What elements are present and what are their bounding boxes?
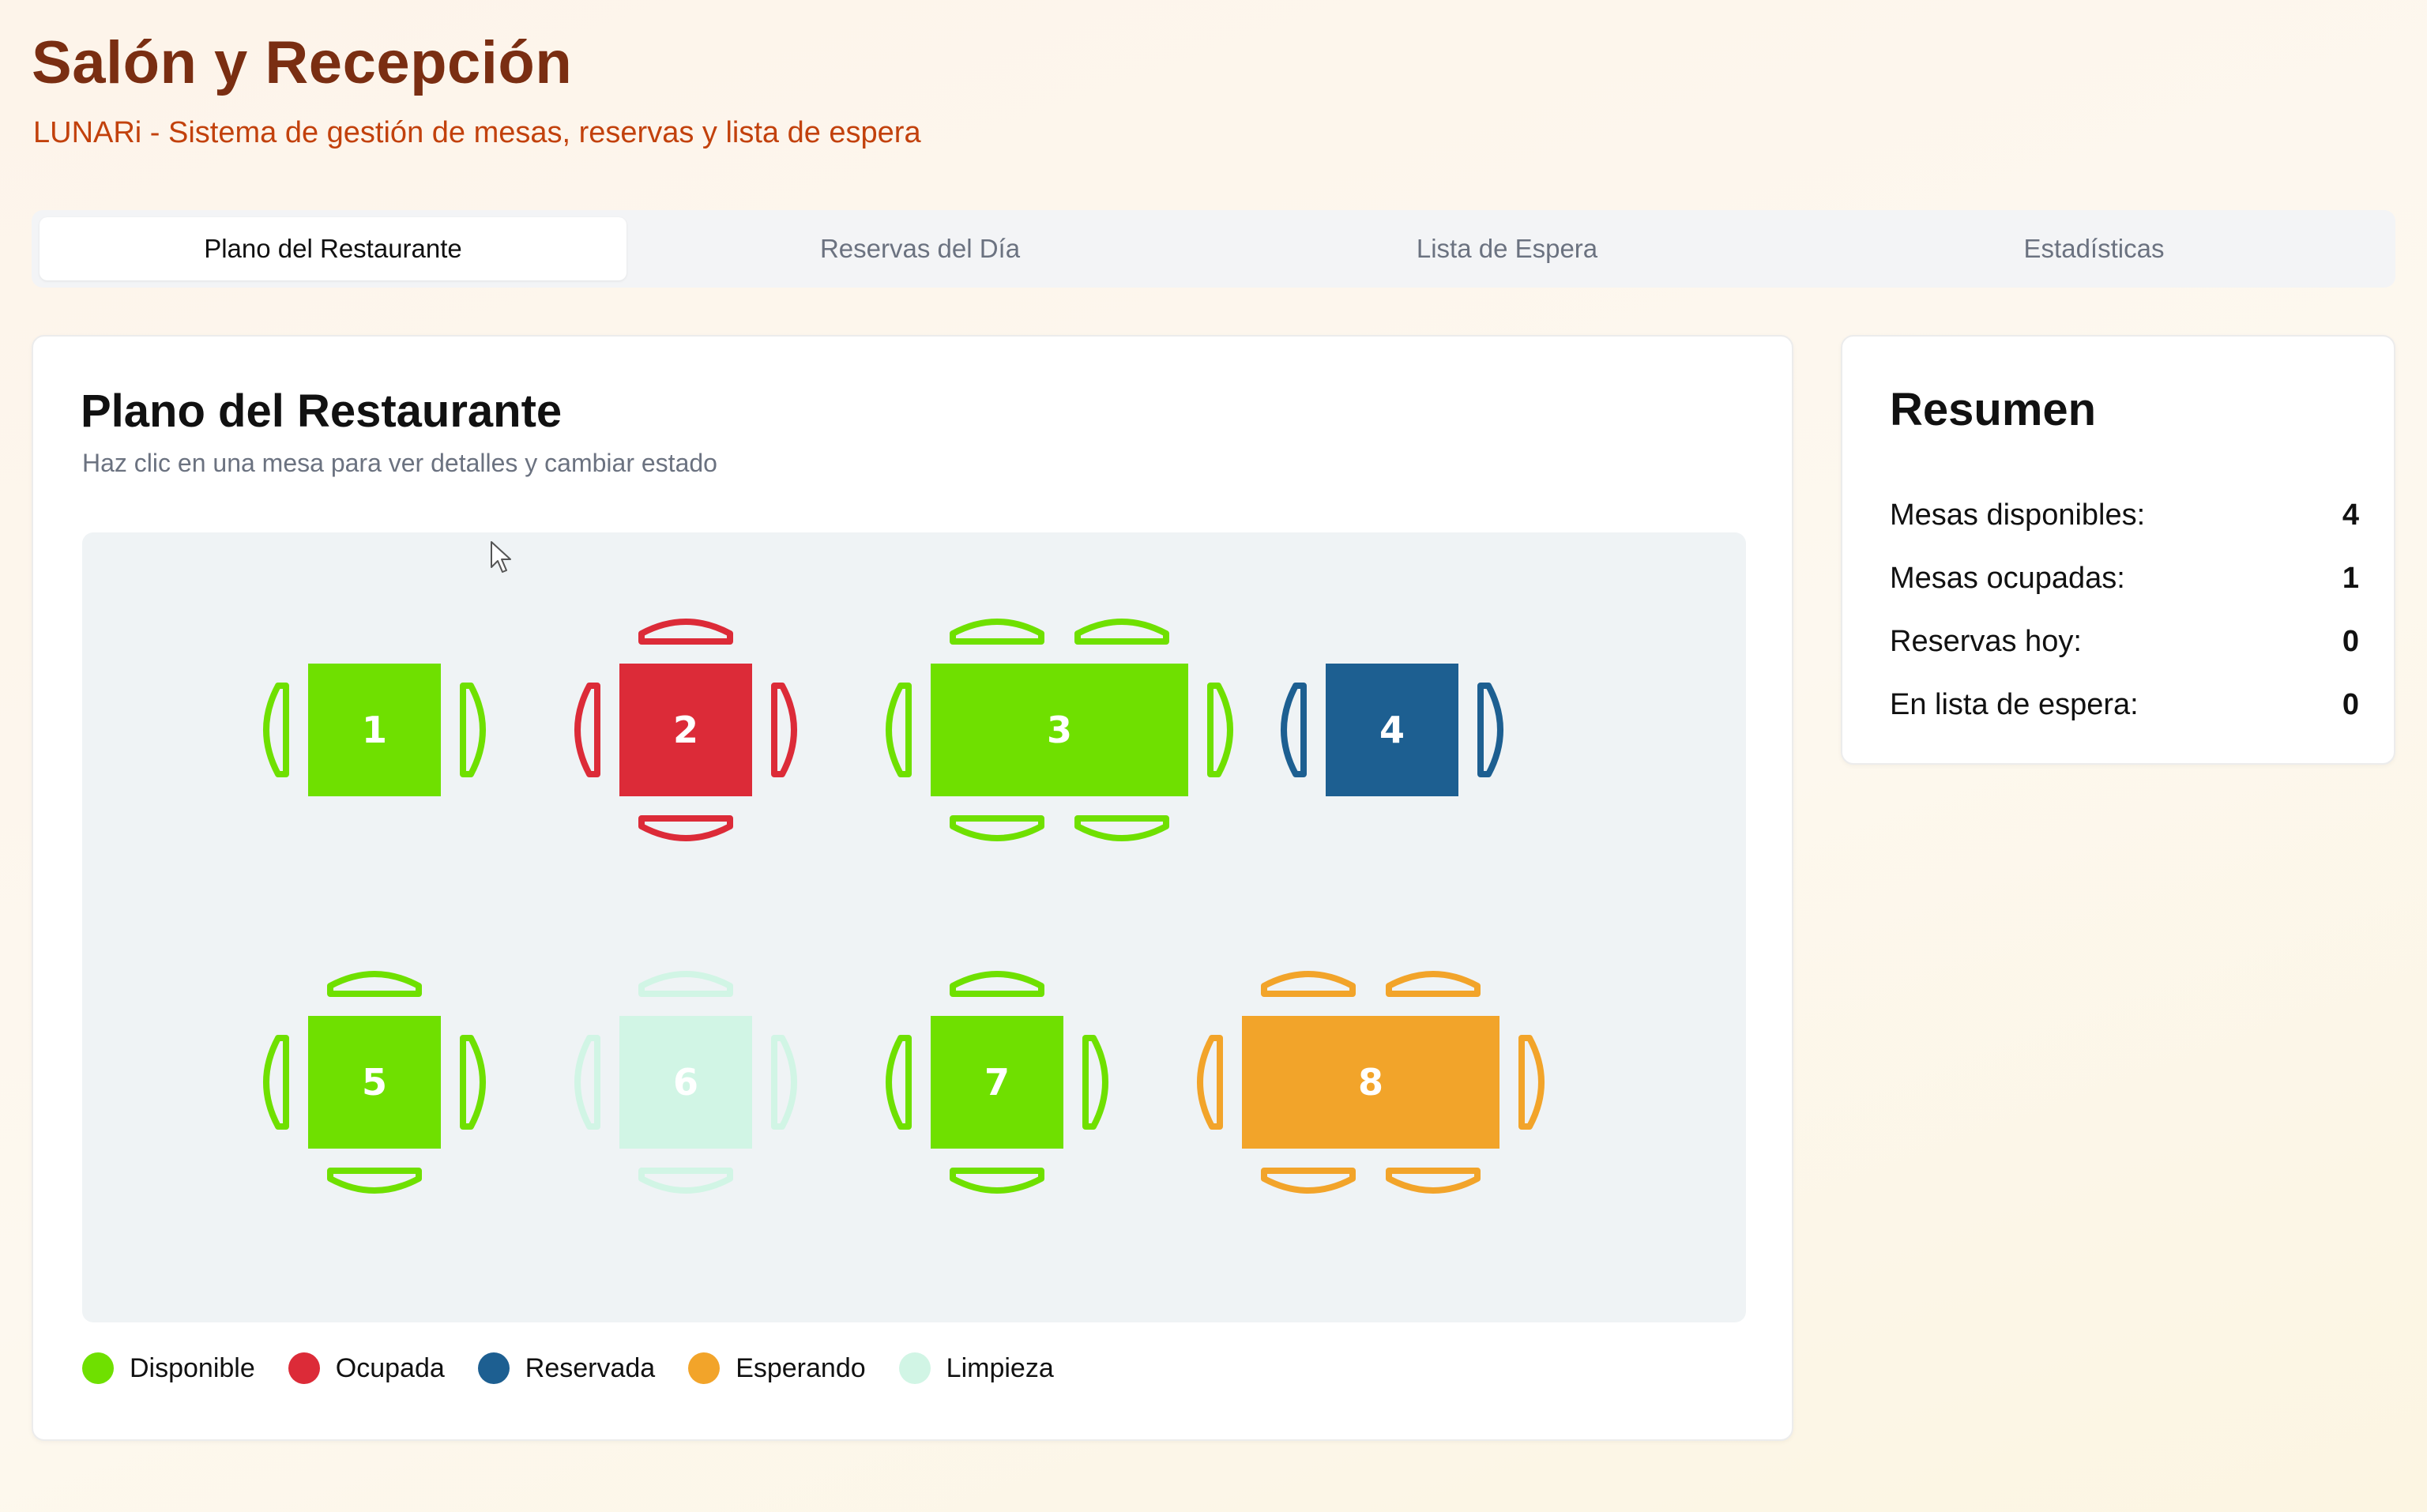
stat-row-mesas-disponibles: Mesas disponibles: 4 xyxy=(1890,483,2359,547)
page-header: Salón y Recepción LUNARi - Sistema de ge… xyxy=(32,27,921,152)
legend-label: Limpieza xyxy=(946,1352,1054,1383)
legend-dot xyxy=(82,1352,114,1384)
floor-plan-subtitle: Haz clic en una mesa para ver detalles y… xyxy=(82,449,717,477)
stat-label: Mesas ocupadas: xyxy=(1890,561,2125,595)
tab-lista-de-espera[interactable]: Lista de Espera xyxy=(1214,217,1800,280)
stat-label: Mesas disponibles: xyxy=(1890,498,2146,532)
table-number: 3 xyxy=(1047,709,1072,751)
table-2[interactable]: 2 xyxy=(574,619,797,841)
summary-title: Resumen xyxy=(1890,384,2097,435)
floor-plan-card: Plano del Restaurante Haz clic en una me… xyxy=(32,335,1793,1441)
legend-label: Reservada xyxy=(525,1352,656,1383)
table-3[interactable]: 3 xyxy=(886,619,1233,841)
floor-plan-area: 1 2 3 4 5 6 7 8 xyxy=(82,532,1746,1322)
legend-label: Ocupada xyxy=(335,1352,445,1383)
stat-value: 4 xyxy=(2342,498,2359,532)
floor-plan-title: Plano del Restaurante xyxy=(81,386,563,437)
stat-row-mesas-ocupadas: Mesas ocupadas: 1 xyxy=(1890,547,2359,610)
legend-dot xyxy=(477,1352,510,1384)
legend-item-disponible: Disponible xyxy=(82,1352,255,1384)
stat-value: 0 xyxy=(2342,624,2359,658)
stat-label: En lista de espera: xyxy=(1890,687,2139,721)
legend-dot xyxy=(898,1352,931,1384)
tab-estadisticas[interactable]: Estadísticas xyxy=(1800,217,2387,280)
legend-item-reservada: Reservada xyxy=(477,1352,656,1384)
table-1[interactable]: 1 xyxy=(263,664,486,796)
table-5[interactable]: 5 xyxy=(263,971,486,1194)
table-6[interactable]: 6 xyxy=(574,971,797,1194)
page-title: Salón y Recepción xyxy=(32,29,573,96)
stat-value: 1 xyxy=(2342,561,2359,595)
table-number: 8 xyxy=(1358,1061,1383,1104)
legend-dot xyxy=(688,1352,721,1384)
table-number: 2 xyxy=(673,709,698,751)
table-number: 6 xyxy=(673,1061,698,1104)
table-8[interactable]: 8 xyxy=(1197,971,1545,1194)
table-number: 5 xyxy=(362,1061,387,1104)
legend-item-ocupada: Ocupada xyxy=(288,1352,445,1384)
legend-dot xyxy=(288,1352,320,1384)
table-number: 7 xyxy=(984,1061,1010,1104)
legend-label: Disponible xyxy=(130,1352,255,1383)
stat-row-lista-espera: En lista de espera: 0 xyxy=(1890,673,2359,736)
legend-label: Esperando xyxy=(736,1352,866,1383)
status-legend: Disponible Ocupada Reservada Esperando L… xyxy=(82,1352,1087,1384)
table-number: 1 xyxy=(362,709,387,751)
floor-plan-canvas: 1 2 3 4 5 6 7 8 xyxy=(263,619,1545,1194)
table-7[interactable]: 7 xyxy=(886,971,1108,1194)
summary-stats: Mesas disponibles: 4 Mesas ocupadas: 1 R… xyxy=(1890,483,2359,736)
tab-plano-restaurante[interactable]: Plano del Restaurante xyxy=(40,217,627,280)
stat-label: Reservas hoy: xyxy=(1890,624,2082,658)
tab-bar: Plano del Restaurante Reservas del Día L… xyxy=(32,210,2395,288)
legend-item-esperando: Esperando xyxy=(688,1352,866,1384)
legend-item-limpieza: Limpieza xyxy=(898,1352,1054,1384)
tab-reservas-del-dia[interactable]: Reservas del Día xyxy=(627,217,1214,280)
table-number: 4 xyxy=(1379,709,1405,751)
stat-value: 0 xyxy=(2342,687,2359,721)
mouse-cursor-icon xyxy=(491,541,511,573)
page-subtitle: LUNARi - Sistema de gestión de mesas, re… xyxy=(33,116,921,149)
stat-row-reservas-hoy: Reservas hoy: 0 xyxy=(1890,610,2359,673)
table-4[interactable]: 4 xyxy=(1281,664,1503,796)
summary-card: Resumen Mesas disponibles: 4 Mesas ocupa… xyxy=(1841,335,2395,765)
